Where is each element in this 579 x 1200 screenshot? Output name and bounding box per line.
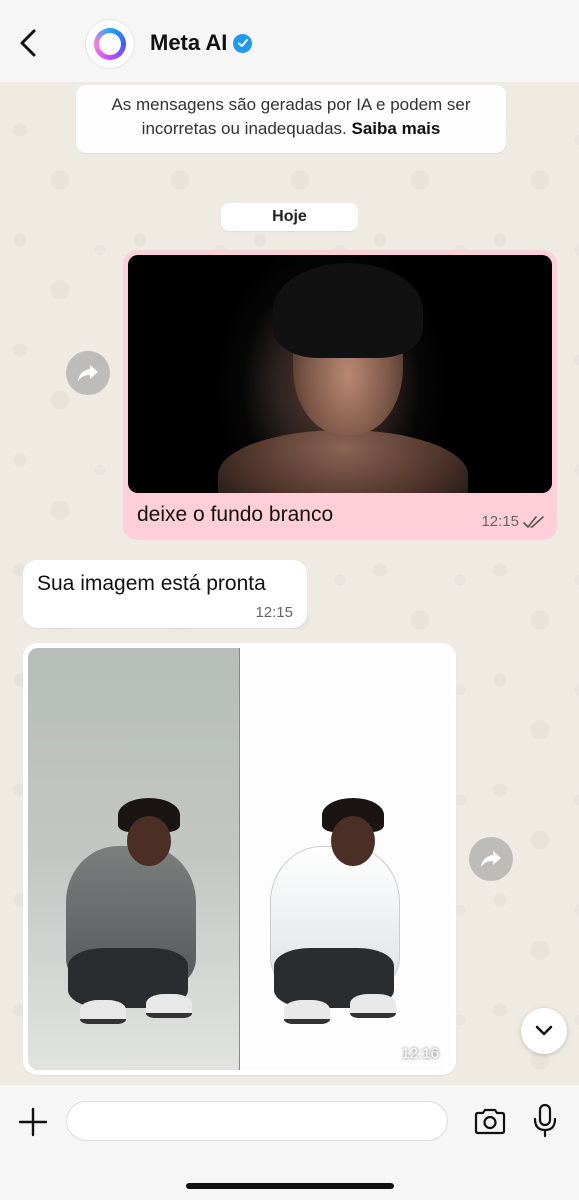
image-panel-after xyxy=(240,648,451,1070)
forward-icon xyxy=(481,851,501,867)
message-time: 12:15 xyxy=(481,513,519,530)
forward-button[interactable] xyxy=(66,351,110,395)
forward-button[interactable] xyxy=(469,837,513,881)
message-meta: 12:15 xyxy=(481,513,545,530)
incoming-image-message[interactable]: 12:16 xyxy=(23,643,456,1075)
forward-icon xyxy=(78,365,98,381)
verified-badge-icon xyxy=(233,33,253,53)
date-separator: Hoje xyxy=(221,203,358,231)
microphone-icon xyxy=(533,1103,557,1138)
chevron-left-icon xyxy=(20,29,36,57)
chevron-down-icon xyxy=(535,1025,553,1036)
chat-header: Meta AI xyxy=(0,0,579,82)
home-indicator xyxy=(186,1183,394,1189)
ai-disclaimer: As mensagens são geradas por IA e podem … xyxy=(76,85,506,153)
plus-icon xyxy=(18,1107,48,1137)
received-image[interactable]: 12:16 xyxy=(28,648,451,1070)
message-time: 12:15 xyxy=(255,604,293,621)
contact-name-area[interactable]: Meta AI xyxy=(150,30,253,56)
camera-button[interactable] xyxy=(472,1104,508,1138)
scroll-to-bottom-button[interactable] xyxy=(521,1008,567,1054)
image-panel-before xyxy=(28,648,240,1070)
message-time: 12:16 xyxy=(401,1045,439,1062)
attach-button[interactable] xyxy=(16,1105,50,1139)
message-input[interactable] xyxy=(66,1101,448,1141)
contact-name: Meta AI xyxy=(150,30,228,55)
back-button[interactable] xyxy=(14,26,42,60)
sent-image[interactable] xyxy=(128,255,552,493)
microphone-button[interactable] xyxy=(530,1102,560,1140)
meta-ai-logo-icon xyxy=(94,28,126,60)
learn-more-link[interactable]: Saiba mais xyxy=(352,119,441,138)
camera-icon xyxy=(474,1108,506,1135)
composer-bar xyxy=(0,1085,579,1200)
double-check-icon xyxy=(523,515,544,528)
message-text: Sua imagem está pronta xyxy=(37,572,266,595)
incoming-message[interactable]: Sua imagem está pronta 12:15 xyxy=(23,560,307,628)
message-caption: deixe o fundo branco xyxy=(137,503,334,526)
avatar[interactable] xyxy=(86,20,134,68)
outgoing-message[interactable]: deixe o fundo branco 12:15 xyxy=(123,250,557,540)
